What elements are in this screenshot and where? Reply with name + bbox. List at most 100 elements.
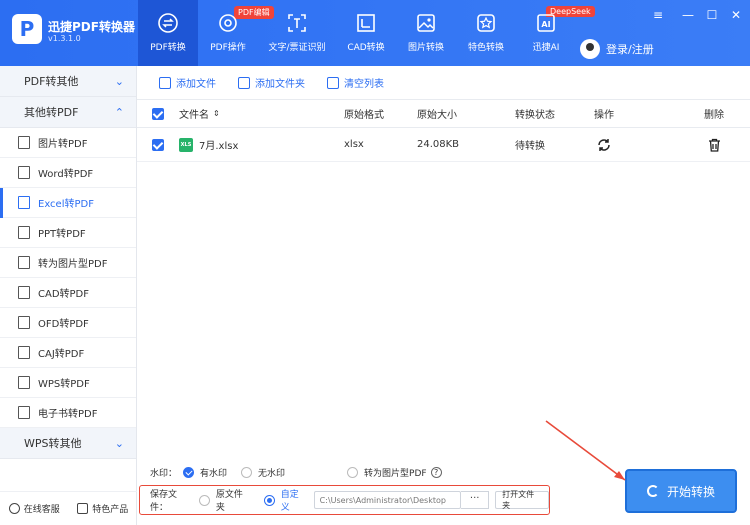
sidebar-category-other-to-pdf[interactable]: 其他转PDF ⌃ — [0, 97, 136, 128]
app-logo: P — [12, 14, 42, 44]
tab-cad[interactable]: CAD转换 — [336, 0, 396, 66]
minimize-button[interactable]: — — [680, 8, 696, 22]
featured-products-button[interactable]: 特色产品 — [77, 502, 128, 515]
image-pdf-radio[interactable] — [347, 466, 359, 478]
watermark-with-radio[interactable] — [183, 466, 195, 478]
add-file-icon — [159, 76, 171, 89]
sidebar-item-label: 图片转PDF — [38, 139, 88, 150]
open-folder-button[interactable]: 打开文件夹 — [495, 490, 550, 510]
sidebar-item-ofd-to-pdf[interactable]: OFD转PDF — [0, 308, 136, 338]
sidebar-item-label: CAJ转PDF — [38, 349, 85, 360]
tab-pdf-operate[interactable]: PDF编辑 PDF操作 — [198, 0, 274, 66]
tab-ai[interactable]: DeepSeek AI 迅捷AI — [516, 0, 595, 66]
maximize-button[interactable]: ☐ — [704, 8, 720, 22]
sidebar-item-ebook-to-pdf[interactable]: 电子书转PDF — [0, 398, 136, 428]
tab-image[interactable]: 图片转换 — [396, 0, 456, 66]
tab-pdf-convert[interactable]: PDF转换 — [138, 0, 198, 66]
header-filename[interactable]: 文件名 — [179, 106, 209, 121]
table-row[interactable]: XLS 7月.xlsx xlsx 24.08KB 待转换 — [137, 128, 750, 162]
sidebar-item-excel-to-pdf[interactable]: Excel转PDF — [0, 188, 136, 218]
close-button[interactable]: ✕ — [728, 8, 744, 22]
excel-file-icon — [18, 196, 30, 209]
sort-icon[interactable]: ⇕ — [213, 109, 220, 118]
add-folder-label: 添加文件夹 — [255, 79, 305, 90]
sidebar-item-label: Word转PDF — [38, 169, 94, 180]
tab-label: 图片转换 — [407, 43, 444, 53]
avatar — [580, 39, 600, 59]
app-header: P 迅捷PDF转换器 v1.3.1.0 PDF转换 PDF编辑 PDF操作 文字… — [0, 0, 750, 66]
sidebar-item-image-to-pdf[interactable]: 图片转PDF — [0, 128, 136, 158]
sidebar-item-label: CAD转PDF — [38, 289, 90, 300]
ebook-file-icon — [18, 406, 30, 419]
tab-label: PDF操作 — [210, 43, 246, 53]
delete-row-icon[interactable] — [708, 138, 721, 152]
sidebar-item-wps-to-pdf[interactable]: WPS转PDF — [0, 368, 136, 398]
save-original-radio[interactable] — [198, 494, 210, 506]
login-label: 登录/注册 — [606, 43, 654, 56]
refresh-icon — [646, 485, 659, 497]
start-convert-button[interactable]: 开始转换 — [625, 469, 737, 513]
login-button[interactable]: 登录/注册 — [580, 39, 654, 59]
ofd-file-icon — [18, 316, 30, 329]
word-file-icon — [18, 166, 30, 179]
save-original-label: 原文件夹 — [215, 490, 243, 513]
sidebar-item-caj-to-pdf[interactable]: CAJ转PDF — [0, 338, 136, 368]
select-all-checkbox[interactable] — [152, 107, 164, 120]
header-status: 转换状态 — [515, 110, 555, 121]
sidebar-category-pdf-to-other[interactable]: PDF转其他 ⌄ — [0, 66, 136, 97]
help-icon[interactable]: ? — [430, 466, 442, 478]
category-label: WPS转其他 — [24, 437, 82, 450]
save-path-input[interactable]: C:\Users\Administrator\Desktop — [313, 491, 462, 509]
watermark-options: 水印： 有水印 无水印 转为图片型PDF ? — [150, 464, 442, 480]
convert-icon — [158, 13, 178, 33]
app-version: v1.3.1.0 — [48, 34, 81, 43]
sidebar-item-label: 电子书转PDF — [38, 409, 98, 420]
image-file-icon — [18, 136, 30, 149]
tab-special[interactable]: 特色转换 — [456, 0, 516, 66]
online-support-button[interactable]: 在线客服 — [8, 502, 60, 515]
support-label: 在线客服 — [23, 505, 60, 515]
watermark-label: 水印： — [150, 468, 178, 479]
tab-label: CAD转换 — [347, 43, 385, 53]
sidebar-item-image-pdf[interactable]: 转为图片型PDF — [0, 248, 136, 278]
sidebar-item-label: 转为图片型PDF — [38, 259, 108, 270]
sidebar-item-ppt-to-pdf[interactable]: PPT转PDF — [0, 218, 136, 248]
watermark-with-label: 有水印 — [200, 468, 228, 479]
header-size: 原始大小 — [417, 110, 457, 121]
pdf-operate-icon — [219, 14, 237, 32]
save-custom-radio[interactable] — [263, 494, 275, 506]
ai-icon: AI — [537, 14, 555, 32]
tab-label: PDF转换 — [150, 43, 186, 53]
watermark-without-label: 无水印 — [258, 468, 286, 479]
sidebar-item-cad-to-pdf[interactable]: CAD转PDF — [0, 278, 136, 308]
products-icon — [77, 503, 89, 514]
cad-icon — [357, 14, 375, 32]
table-header: 文件名 ⇕ 原始格式 原始大小 转换状态 操作 删除 — [137, 100, 750, 128]
sidebar-item-label: PPT转PDF — [38, 229, 86, 240]
add-file-button[interactable]: 添加文件 — [159, 75, 216, 90]
file-name: 7月.xlsx — [199, 141, 239, 152]
chevron-up-icon: ⌃ — [114, 105, 124, 119]
browse-button[interactable]: ··· — [461, 491, 490, 509]
category-label: 其他转PDF — [24, 106, 79, 119]
file-toolbar: 添加文件 添加文件夹 清空列表 — [137, 66, 750, 100]
header-action: 操作 — [594, 110, 614, 121]
clear-list-button[interactable]: 清空列表 — [327, 75, 384, 90]
sidebar-item-label: OFD转PDF — [38, 319, 89, 330]
add-folder-icon — [238, 76, 250, 89]
watermark-without-radio[interactable] — [241, 466, 253, 478]
sidebar-item-label: WPS转PDF — [38, 379, 90, 390]
convert-row-icon[interactable] — [597, 138, 611, 152]
add-folder-button[interactable]: 添加文件夹 — [238, 75, 305, 90]
menu-icon[interactable]: ≡ — [650, 8, 666, 22]
cad-file-icon — [18, 286, 30, 299]
tab-ocr[interactable]: 文字/票证识别 — [258, 0, 336, 66]
sidebar-category-wps-to-other[interactable]: WPS转其他 ⌄ — [0, 428, 136, 459]
image-icon — [417, 14, 435, 32]
sidebar-item-word-to-pdf[interactable]: Word转PDF — [0, 158, 136, 188]
file-status: 待转换 — [515, 141, 545, 152]
save-location-panel: 保存文件： 原文件夹 自定义 C:\Users\Administrator\De… — [139, 485, 550, 515]
row-checkbox[interactable] — [152, 138, 164, 151]
app-name: 迅捷PDF转换器 — [48, 20, 135, 34]
image-pdf-icon — [18, 256, 30, 269]
